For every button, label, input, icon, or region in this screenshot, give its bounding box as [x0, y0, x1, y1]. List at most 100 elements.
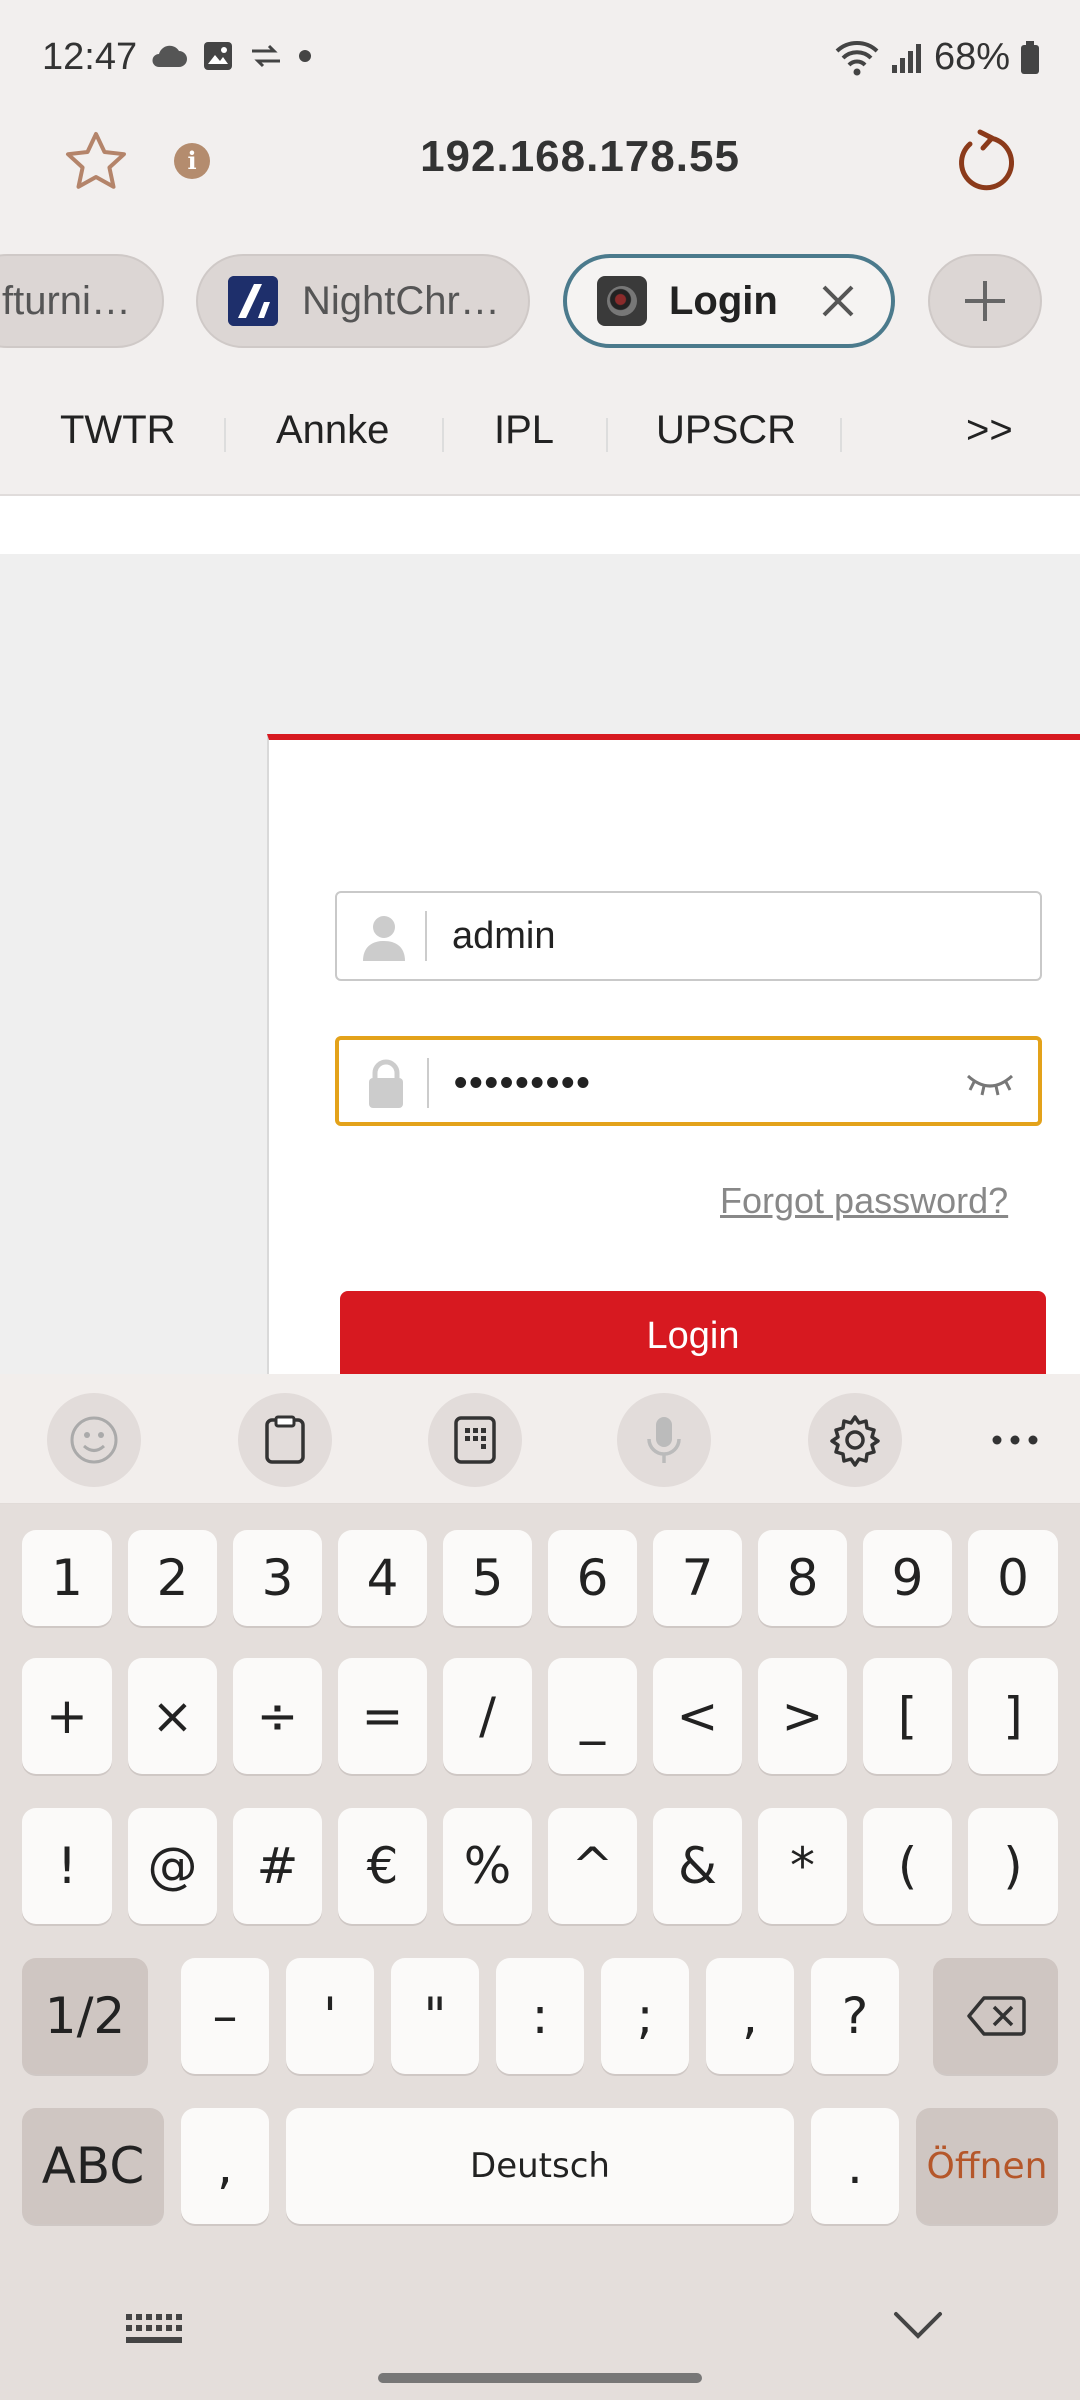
key-open-paren[interactable]: ( [863, 1808, 952, 1924]
emoji-icon [70, 1416, 118, 1464]
key-question[interactable]: ? [811, 1958, 899, 2074]
username-field[interactable]: admin [335, 891, 1042, 981]
camera-favicon-icon [597, 276, 647, 326]
reload-icon[interactable] [950, 128, 1018, 196]
key-less-than[interactable]: < [653, 1658, 742, 1774]
key-double-quote[interactable]: " [391, 1958, 479, 2074]
emoji-button[interactable] [47, 1393, 141, 1487]
open-action-key[interactable]: Öffnen [916, 2108, 1058, 2224]
password-value: ••••••••• [454, 1062, 592, 1104]
close-tab-icon[interactable] [818, 281, 858, 321]
clipboard-button[interactable] [238, 1393, 332, 1487]
voice-input-button[interactable] [617, 1393, 711, 1487]
tab-login[interactable]: Login [563, 254, 895, 348]
gear-icon [830, 1415, 880, 1467]
backspace-key[interactable] [933, 1958, 1058, 2074]
field-separator [427, 1058, 429, 1108]
key-underscore[interactable]: _ [548, 1658, 637, 1774]
key-dash[interactable]: – [181, 1958, 269, 2074]
backspace-icon [966, 1996, 1026, 2036]
keyboard-settings-button[interactable] [808, 1393, 902, 1487]
bookmark-twtr[interactable]: TWTR [60, 408, 176, 453]
username-value: admin [452, 915, 556, 957]
key-asterisk[interactable]: * [758, 1808, 847, 1924]
page-header-strip [0, 496, 1080, 554]
tab-nightchr[interactable]: NightChr… [196, 254, 530, 348]
signal-icon [891, 43, 921, 73]
keyboard-switch-icon[interactable] [124, 2312, 184, 2348]
key-apostrophe[interactable]: ' [286, 1958, 374, 2074]
password-field[interactable]: ••••••••• [335, 1036, 1042, 1126]
tab-label: Login [669, 278, 778, 323]
key-percent[interactable]: % [443, 1808, 532, 1924]
bookmark-ipl[interactable]: IPL [494, 408, 554, 453]
key-4[interactable]: 4 [338, 1530, 427, 1626]
key-semicolon[interactable]: ; [601, 1958, 689, 2074]
key-period[interactable]: . [811, 2108, 899, 2224]
hide-keyboard-chevron-down-icon[interactable] [892, 2310, 944, 2340]
key-9[interactable]: 9 [863, 1530, 952, 1626]
keyboard-toolbar [0, 1374, 1080, 1504]
bookmark-separator [840, 418, 842, 452]
key-comma[interactable]: , [706, 1958, 794, 2074]
key-close-bracket[interactable]: ] [968, 1658, 1058, 1774]
key-equals[interactable]: = [338, 1658, 427, 1774]
key-slash[interactable]: / [443, 1658, 532, 1774]
bookmark-annke[interactable]: Annke [276, 408, 389, 453]
home-indicator[interactable] [378, 2373, 702, 2383]
show-password-eye-icon[interactable] [964, 1068, 1016, 1098]
data-transfer-icon [252, 44, 280, 68]
status-notification-icons [150, 40, 312, 72]
nightchr-favicon-icon [228, 276, 278, 326]
bookmark-separator [224, 418, 226, 452]
abc-key[interactable]: ABC [22, 2108, 164, 2224]
key-colon[interactable]: : [496, 1958, 584, 2074]
battery-percent: 68% [933, 36, 1010, 78]
bookmark-upscr[interactable]: UPSCR [656, 408, 796, 453]
new-tab-button[interactable] [928, 254, 1042, 348]
plus-icon [965, 281, 1005, 321]
key-8[interactable]: 8 [758, 1530, 847, 1626]
key-page-toggle[interactable]: 1/2 [22, 1958, 148, 2074]
status-time: 12:47 [42, 36, 138, 78]
status-right: 68% [834, 36, 1040, 79]
keyboard-mode-button[interactable] [428, 1393, 522, 1487]
key-7[interactable]: 7 [653, 1530, 742, 1626]
key-caret[interactable]: ^ [548, 1808, 637, 1924]
forgot-password-link[interactable]: Forgot password? [720, 1180, 1008, 1222]
key-divide[interactable]: ÷ [233, 1658, 322, 1774]
key-0[interactable]: 0 [968, 1530, 1058, 1626]
key-comma-bottom[interactable]: , [181, 2108, 269, 2224]
key-6[interactable]: 6 [548, 1530, 637, 1626]
key-1[interactable]: 1 [22, 1530, 112, 1626]
key-greater-than[interactable]: > [758, 1658, 847, 1774]
space-key[interactable]: Deutsch [286, 2108, 794, 2224]
url-field[interactable]: 192.168.178.55 [280, 132, 880, 182]
key-2[interactable]: 2 [128, 1530, 217, 1626]
key-at[interactable]: @ [128, 1808, 217, 1924]
user-icon [363, 916, 405, 961]
dot-icon [299, 50, 311, 62]
key-close-paren[interactable]: ) [968, 1808, 1058, 1924]
key-ampersand[interactable]: & [653, 1808, 742, 1924]
key-open-bracket[interactable]: [ [863, 1658, 952, 1774]
key-multiply[interactable]: × [128, 1658, 217, 1774]
key-hash[interactable]: # [233, 1808, 322, 1924]
bookmark-separator [442, 418, 444, 452]
key-exclamation[interactable]: ! [22, 1808, 112, 1924]
login-button[interactable]: Login [340, 1291, 1046, 1374]
bookmark-separator [606, 418, 608, 452]
site-info-icon[interactable]: i [174, 143, 210, 179]
tab-fturni[interactable]: fturni… [0, 254, 164, 348]
lock-icon [369, 1059, 403, 1108]
keypad-icon [454, 1416, 496, 1464]
key-3[interactable]: 3 [233, 1530, 322, 1626]
key-euro[interactable]: € [338, 1808, 427, 1924]
key-plus[interactable]: + [22, 1658, 112, 1774]
bookmarks-more-button[interactable]: >> [966, 408, 1013, 453]
field-separator [425, 911, 427, 961]
key-5[interactable]: 5 [443, 1530, 532, 1626]
more-options-icon[interactable] [990, 1432, 1040, 1448]
cloud-icon [152, 45, 187, 67]
bookmark-star-icon[interactable] [62, 128, 130, 196]
